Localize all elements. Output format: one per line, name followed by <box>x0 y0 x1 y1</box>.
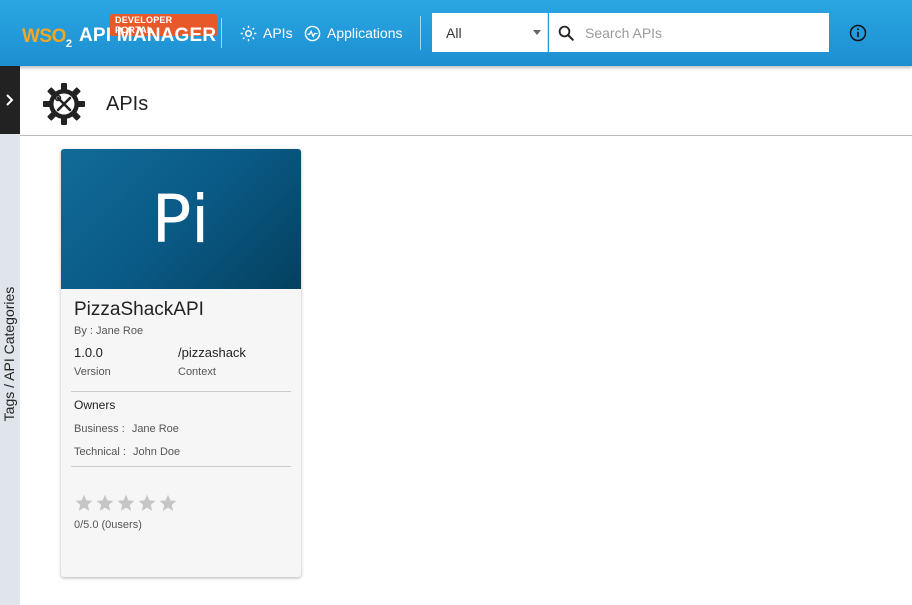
star-icon[interactable] <box>116 493 136 513</box>
header-divider <box>420 16 421 50</box>
api-thumbnail-text: Pi <box>151 180 211 258</box>
rating-stars[interactable] <box>74 493 288 513</box>
search-box[interactable] <box>549 13 829 52</box>
page-header: APIs <box>20 66 912 136</box>
api-version-value: 1.0.0 <box>74 345 103 360</box>
rating-summary: 0/5.0 (0users) <box>74 519 142 531</box>
chevron-down-icon <box>533 30 541 35</box>
search-scope-value: All <box>446 24 462 41</box>
technical-owner: Technical : John Doe <box>74 446 288 458</box>
api-thumbnail[interactable]: Pi <box>61 149 301 289</box>
api-context: /pizzashack Context <box>178 345 282 378</box>
api-version-label: Version <box>74 366 111 378</box>
technical-owner-label: Technical : <box>74 446 126 458</box>
page-title: APIs <box>106 93 149 115</box>
info-icon[interactable] <box>849 24 867 47</box>
chevron-right-icon <box>6 94 14 106</box>
applications-icon <box>304 25 321 41</box>
sidebar-label[interactable]: Tags / API Categories <box>1 279 17 429</box>
star-icon[interactable] <box>74 493 94 513</box>
api-meta: 1.0.0 Version /pizzashack Context <box>74 345 288 378</box>
nav-applications-link[interactable]: Applications <box>304 22 403 44</box>
api-version: 1.0.0 Version <box>74 345 178 378</box>
business-owner: Business : Jane Roe <box>74 423 288 435</box>
sidebar-toggle-button[interactable] <box>0 66 20 134</box>
search-icon <box>558 25 574 41</box>
api-card-body: PizzaShackAPI By : Jane Roe 1.0.0 Versio… <box>61 289 301 378</box>
search-scope-select[interactable]: All <box>432 13 548 52</box>
api-context-label: Context <box>178 366 216 378</box>
product-name: API MANAGER <box>79 25 217 46</box>
technical-owner-value: John Doe <box>133 446 181 458</box>
star-icon[interactable] <box>95 493 115 513</box>
star-icon[interactable] <box>137 493 157 513</box>
nav-apis-link[interactable]: APIs <box>240 22 293 44</box>
wso2-logo-text: WSO2 <box>22 26 72 50</box>
owners-title: Owners <box>74 398 116 412</box>
star-icon[interactable] <box>158 493 178 513</box>
api-rating: 0/5.0 (0users) <box>61 467 301 531</box>
business-owner-value: Jane Roe <box>131 423 179 435</box>
business-owner-label: Business : <box>74 423 125 435</box>
nav-applications-label: Applications <box>327 25 403 41</box>
api-author: By : Jane Roe <box>74 325 144 337</box>
nav-apis-label: APIs <box>263 25 293 41</box>
top-app-bar: DEVELOPER PORTAL WSO2 API MANAGER APIs A… <box>0 0 912 66</box>
wso2-api-manager-logo[interactable]: DEVELOPER PORTAL WSO2 API MANAGER <box>22 12 217 52</box>
search-input[interactable] <box>585 24 815 41</box>
gear-icon <box>240 25 257 41</box>
header-divider <box>221 18 222 48</box>
tags-sidebar: Tags / API Categories <box>0 66 20 605</box>
api-card-pizzashack[interactable]: Pi PizzaShackAPI By : Jane Roe 1.0.0 Ver… <box>61 149 301 577</box>
api-owners: Owners Business : Jane Roe Technical : J… <box>61 392 301 466</box>
api-gear-tools-icon <box>42 82 86 131</box>
api-context-value: /pizzashack <box>178 345 246 360</box>
api-name-link[interactable]: PizzaShackAPI <box>74 299 288 321</box>
